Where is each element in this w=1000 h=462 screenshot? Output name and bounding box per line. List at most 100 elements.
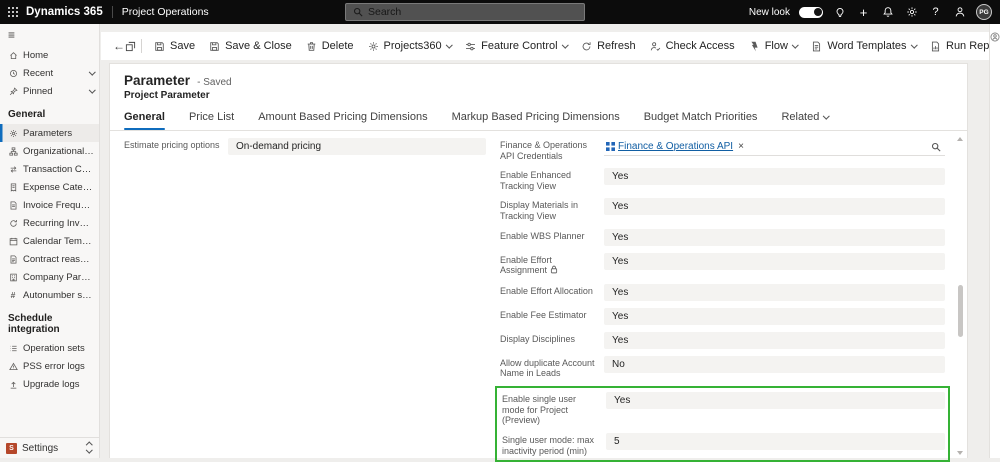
sidebar-collapse-button[interactable]: ≡ [0, 24, 99, 46]
save-button[interactable]: Save [147, 35, 202, 57]
expense-icon [8, 183, 18, 192]
back-arrow-icon: ← [113, 39, 125, 53]
chevron-down-icon [792, 41, 798, 47]
form: Estimate pricing options On-demand prici… [110, 131, 967, 462]
tab-label: Budget Match Priorities [644, 111, 758, 123]
sidebar-item-company-parameters[interactable]: Company Parameters [0, 268, 99, 286]
sidebar-item-home[interactable]: Home [0, 46, 99, 64]
sidebar-item-label: Transaction Categories [23, 164, 94, 175]
sidebar-item-calendar-templates[interactable]: Calendar Templates [0, 232, 99, 250]
sidebar-area-switcher[interactable]: S Settings [0, 437, 99, 458]
flow-button[interactable]: Flow [742, 35, 805, 57]
form-field-row: Enable single user mode for Project (Pre… [502, 392, 945, 426]
lookup-chip[interactable]: Finance & Operations API × [606, 141, 744, 152]
record-grid-icon [606, 142, 615, 151]
lookup-link[interactable]: Finance & Operations API [618, 141, 733, 152]
scroll-up-icon[interactable] [957, 137, 963, 141]
form-field-row: Enable Effort Allocation Yes [500, 284, 945, 301]
sidebar-item-pinned[interactable]: Pinned [0, 82, 99, 100]
check-access-button[interactable]: Check Access [643, 35, 742, 57]
side-pane-person-icon[interactable] [990, 32, 1000, 458]
global-search-input[interactable]: Search [345, 3, 585, 21]
invoice-icon [8, 201, 18, 210]
sidebar-item-operation-sets[interactable]: Operation sets [0, 339, 99, 357]
word-templates-button[interactable]: Word Templates [804, 35, 923, 57]
form-right-rows: Finance & Operations API CredentialsFina… [500, 138, 945, 379]
brand-title[interactable]: Dynamics 365 [26, 6, 112, 18]
projects360-button[interactable]: Projects360 [361, 35, 459, 57]
scroll-down-icon[interactable] [957, 451, 963, 455]
field-value[interactable]: No [604, 356, 945, 373]
field-value[interactable]: Yes [604, 168, 945, 185]
sidebar-item-transaction-categories[interactable]: Transaction Categories [0, 160, 99, 178]
help-icon[interactable]: ? [928, 5, 943, 20]
tab-amount-based-pricing-dimensions[interactable]: Amount Based Pricing Dimensions [258, 111, 427, 130]
feature-control-button[interactable]: Feature Control [458, 35, 574, 57]
chevron-down-icon [823, 112, 829, 118]
field-value[interactable]: 5 [606, 433, 945, 450]
remove-icon[interactable]: × [738, 141, 744, 152]
sidebar-item-recurring-invoice-set[interactable]: Recurring Invoice Set... [0, 214, 99, 232]
app-name[interactable]: Project Operations [112, 6, 209, 18]
sidebar-item-invoice-frequencies[interactable]: Invoice Frequencies [0, 196, 99, 214]
new-look-label: New look [749, 7, 790, 18]
field-value[interactable]: On-demand pricing [228, 138, 486, 155]
sidebar-item-contract-reason-codes[interactable]: Contract reason codes [0, 250, 99, 268]
search-icon [353, 7, 363, 17]
sidebar-item-expense-categories[interactable]: Expense Categories [0, 178, 99, 196]
tab-related[interactable]: Related [781, 111, 828, 130]
form-field-row: Enable WBS PlannerYes [500, 229, 945, 246]
sidebar-item-upgrade-logs[interactable]: Upgrade logs [0, 375, 99, 393]
app-launcher-button[interactable] [0, 0, 26, 24]
form-right-column: Finance & Operations API CredentialsFina… [500, 138, 967, 462]
gear-icon[interactable] [904, 5, 919, 20]
field-value[interactable]: Yes [606, 392, 945, 409]
sidebar-item-parameters[interactable]: Parameters [0, 124, 99, 142]
lightbulb-icon[interactable] [832, 5, 847, 20]
projects360-label: Projects360 [384, 40, 442, 52]
plus-icon[interactable]: + [856, 5, 871, 20]
field-value[interactable]: Yes [604, 253, 945, 270]
lookup-field[interactable]: Finance & Operations API × [604, 138, 945, 156]
field-value[interactable]: Yes [604, 284, 945, 301]
save-and-close-button[interactable]: Save & Close [202, 35, 299, 57]
refresh-button[interactable]: Refresh [574, 35, 643, 57]
tab-markup-based-pricing-dimensions[interactable]: Markup Based Pricing Dimensions [452, 111, 620, 130]
tab-budget-match-priorities[interactable]: Budget Match Priorities [644, 111, 758, 130]
sidebar-item-label: Pinned [23, 86, 85, 97]
scrollbar[interactable] [956, 137, 965, 455]
back-button[interactable]: ← [113, 36, 125, 56]
field-label: Enable Enhanced Tracking View [500, 168, 596, 191]
recent-icon [8, 69, 18, 78]
sidebar-item-label: Contract reason codes [23, 254, 94, 265]
field-value[interactable]: Yes [604, 198, 945, 215]
sidebar-item-organizational-units[interactable]: Organizational Units [0, 142, 99, 160]
tab-price-list[interactable]: Price List [189, 111, 234, 130]
search-icon[interactable] [931, 142, 941, 152]
sidebar-item-autonumber-settings[interactable]: #Autonumber settings [0, 286, 99, 304]
field-label: Enable Effort Allocation [500, 284, 596, 301]
field-value[interactable]: Yes [604, 308, 945, 325]
flow-icon [749, 41, 760, 52]
person-icon[interactable] [952, 5, 967, 20]
popout-button[interactable] [125, 36, 136, 56]
delete-button[interactable]: Delete [299, 35, 361, 57]
sidebar-item-pss-error-logs[interactable]: PSS error logs [0, 357, 99, 375]
new-look-toggle[interactable] [799, 7, 823, 18]
user-avatar[interactable]: PG [976, 4, 992, 20]
app-root: { "colors": { "accent": "#0f6cbd", "high… [0, 0, 1000, 458]
form-field-row: Enable Enhanced Tracking View Yes [500, 168, 945, 191]
refresh-label: Refresh [597, 40, 636, 52]
scrollbar-thumb[interactable] [958, 285, 963, 337]
form-field-row: Display Materials in Tracking ViewYes [500, 198, 945, 221]
right-pane-strip [989, 24, 1000, 458]
sidebar-item-recent[interactable]: Recent [0, 64, 99, 82]
bell-icon[interactable] [880, 5, 895, 20]
tab-general[interactable]: General [124, 111, 165, 130]
sidebar-top-items: Home Recent Pinned [0, 46, 99, 100]
field-label: Display Disciplines [500, 332, 596, 349]
sidebar-item-label: Home [23, 50, 94, 61]
field-value[interactable]: Yes [604, 229, 945, 246]
field-value[interactable]: Yes [604, 332, 945, 349]
refresh-icon [581, 41, 592, 52]
